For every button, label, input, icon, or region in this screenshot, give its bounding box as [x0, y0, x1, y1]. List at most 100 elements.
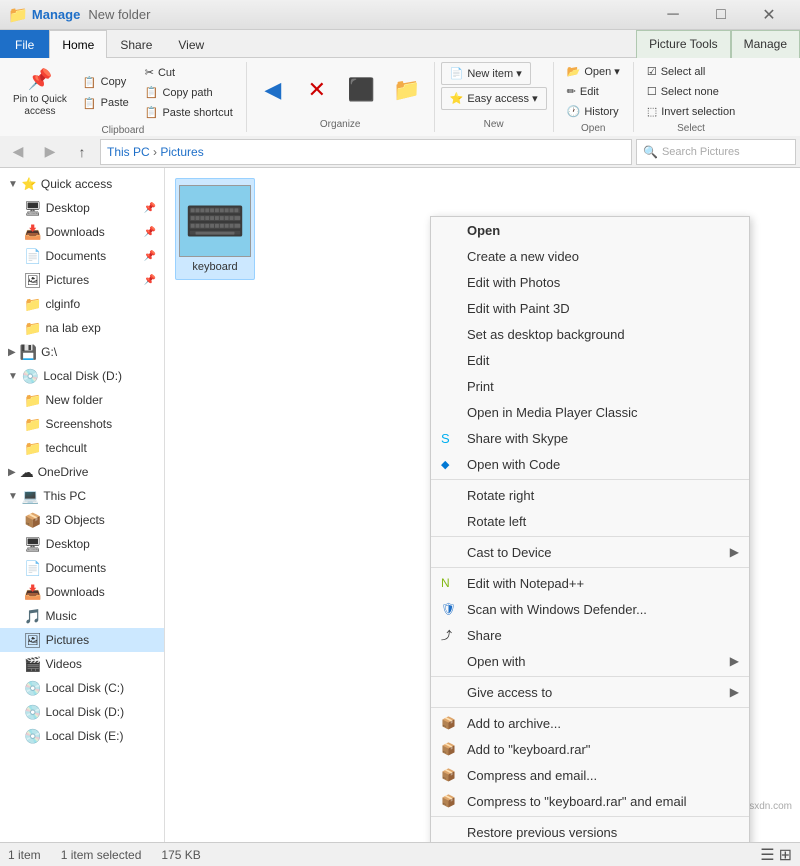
move-button[interactable]: 📁 — [386, 72, 427, 108]
file-item-keyboard[interactable]: keyboard — [175, 178, 255, 280]
rename-btn[interactable]: ⬛ — [341, 72, 382, 108]
delete-button[interactable]: ✕ — [297, 72, 337, 108]
ctx-open-with[interactable]: Open with ▶ — [431, 648, 749, 674]
ctx-cast-device[interactable]: Cast to Device ▶ — [431, 539, 749, 565]
tab-manage[interactable]: Manage — [731, 30, 800, 58]
main-layout: ▼ ⭐ Quick access 🖥 Desktop 📌 📥 Downloads… — [0, 168, 800, 842]
sidebar-item-pictures-pc[interactable]: 🖼 Pictures — [0, 628, 164, 652]
open-button[interactable]: 📂 Open ▾ — [560, 62, 627, 81]
onedrive-icon: ☁ — [20, 464, 34, 481]
tab-file[interactable]: File — [0, 30, 49, 58]
sidebar-item-local-d2[interactable]: 💿 Local Disk (D:) — [0, 700, 164, 724]
sidebar-item-techcult[interactable]: 📁 techcult — [0, 436, 164, 460]
ctx-create-video-label: Create a new video — [467, 249, 579, 264]
ctx-compress-email[interactable]: 📦 Compress and email... — [431, 762, 749, 788]
up-button[interactable]: ↑ — [68, 139, 96, 165]
ctx-compress-rar-email[interactable]: 📦 Compress to "keyboard.rar" and email — [431, 788, 749, 814]
sidebar-section-quick-access[interactable]: ▼ ⭐ Quick access — [0, 172, 164, 196]
minimize-button[interactable]: ─ — [650, 0, 696, 30]
tab-view[interactable]: View — [165, 30, 217, 58]
pin-to-quick-button[interactable]: 📌 Pin to Quickaccess — [6, 62, 74, 123]
back-nav-button[interactable]: ◀ — [253, 72, 293, 108]
ctx-create-video[interactable]: Create a new video — [431, 243, 749, 269]
pictures-link[interactable]: Pictures — [160, 145, 203, 159]
list-view-icon[interactable]: ☰ — [760, 845, 774, 865]
cut-button[interactable]: ✂ Cut — [138, 63, 240, 82]
ctx-share[interactable]: ⤴ Share — [431, 622, 749, 648]
ctx-give-access[interactable]: Give access to ▶ — [431, 679, 749, 705]
ctx-add-rar[interactable]: 📦 Add to "keyboard.rar" — [431, 736, 749, 762]
ctx-restore-versions[interactable]: Restore previous versions — [431, 819, 749, 842]
search-bar[interactable]: 🔍 Search Pictures — [636, 139, 796, 165]
sidebar-item-local-c[interactable]: 💿 Local Disk (C:) — [0, 676, 164, 700]
ctx-share-skype-label: Share with Skype — [467, 431, 568, 446]
ctx-divider-5 — [431, 707, 749, 708]
new-folder-icon: 📁 — [24, 392, 41, 409]
tab-picture-tools[interactable]: Picture Tools — [636, 30, 730, 58]
edit-button[interactable]: ✏ Edit — [560, 82, 606, 101]
tab-home[interactable]: Home — [49, 30, 107, 58]
sidebar-item-this-pc[interactable]: ▼ 💻 This PC — [0, 484, 164, 508]
this-pc-link[interactable]: This PC — [107, 145, 150, 159]
ctx-edit-paint3d[interactable]: Edit with Paint 3D — [431, 295, 749, 321]
pin-icon-downloads: 📌 — [144, 227, 156, 238]
ctx-share-skype[interactable]: S Share with Skype — [431, 425, 749, 451]
sidebar-item-nalab[interactable]: 📁 na lab exp — [0, 316, 164, 340]
ctx-scan-defender[interactable]: 🛡 Scan with Windows Defender... — [431, 596, 749, 622]
documents-pc-icon: 📄 — [24, 560, 41, 577]
ctx-add-archive[interactable]: 📦 Add to archive... — [431, 710, 749, 736]
new-item-button[interactable]: 📄 New item ▾ — [441, 62, 531, 85]
history-button[interactable]: 🕐 History — [560, 102, 626, 121]
easy-access-button[interactable]: ⭐ Easy access ▾ — [441, 87, 547, 110]
select-all-button[interactable]: ☑ Select all — [640, 62, 713, 81]
sidebar-item-onedrive[interactable]: ▶ ☁ OneDrive — [0, 460, 164, 484]
ctx-print[interactable]: Print — [431, 373, 749, 399]
sidebar-item-documents-quick[interactable]: 📄 Documents 📌 — [0, 244, 164, 268]
maximize-button[interactable]: □ — [698, 0, 744, 30]
ctx-rotate-left[interactable]: Rotate left — [431, 508, 749, 534]
paste-shortcut-button[interactable]: 📋 Paste shortcut — [138, 103, 240, 122]
sidebar-item-local-e[interactable]: 💿 Local Disk (E:) — [0, 724, 164, 748]
ctx-set-desktop[interactable]: Set as desktop background — [431, 321, 749, 347]
forward-button[interactable]: ▶ — [36, 139, 64, 165]
ctx-open-media[interactable]: Open in Media Player Classic — [431, 399, 749, 425]
ctx-open-media-label: Open in Media Player Classic — [467, 405, 638, 420]
close-button[interactable]: ✕ — [746, 0, 792, 30]
address-bar[interactable]: This PC › Pictures — [100, 139, 632, 165]
sidebar-item-pictures-quick[interactable]: 🖼 Pictures 📌 — [0, 268, 164, 292]
sidebar-item-downloads-quick[interactable]: 📥 Downloads 📌 — [0, 220, 164, 244]
sidebar-item-g-drive[interactable]: ▶ 💾 G:\ — [0, 340, 164, 364]
invert-selection-button[interactable]: ⬚ Invert selection — [640, 102, 742, 121]
paste-shortcut-icon: 📋 — [145, 106, 159, 119]
title-bar-title: New folder — [88, 7, 150, 22]
sidebar-item-documents-pc[interactable]: 📄 Documents — [0, 556, 164, 580]
ribbon-group-select: ☑ Select all ☐ Select none ⬚ Invert sele… — [634, 62, 748, 132]
paste-button[interactable]: 📋 Paste — [76, 94, 136, 113]
sidebar-item-local-disk-d[interactable]: ▼ 💿 Local Disk (D:) — [0, 364, 164, 388]
ctx-open[interactable]: Open — [431, 217, 749, 243]
select-none-button[interactable]: ☐ Select none — [640, 82, 726, 101]
ctx-open-code[interactable]: ◆ Open with Code — [431, 451, 749, 477]
copy-path-button[interactable]: 📋 Copy path — [138, 83, 240, 102]
sidebar-item-new-folder[interactable]: 📁 New folder — [0, 388, 164, 412]
sidebar-item-desktop-quick[interactable]: 🖥 Desktop 📌 — [0, 196, 164, 220]
sidebar-item-3d-objects[interactable]: 📦 3D Objects — [0, 508, 164, 532]
back-button[interactable]: ◀ — [4, 139, 32, 165]
sidebar-item-clginfo[interactable]: 📁 clginfo — [0, 292, 164, 316]
clginfo-label: clginfo — [45, 297, 156, 311]
sidebar-item-videos[interactable]: 🎬 Videos — [0, 652, 164, 676]
sidebar-item-downloads-pc[interactable]: 📥 Downloads — [0, 580, 164, 604]
edit-icon: ✏ — [567, 85, 576, 98]
ctx-rotate-right[interactable]: Rotate right — [431, 482, 749, 508]
ctx-notepad-plus[interactable]: N Edit with Notepad++ — [431, 570, 749, 596]
sidebar-item-desktop-pc[interactable]: 🖥 Desktop — [0, 532, 164, 556]
copy-button[interactable]: 📋 Copy — [76, 73, 136, 92]
ctx-edit-photos[interactable]: Edit with Photos — [431, 269, 749, 295]
sidebar-item-screenshots[interactable]: 📁 Screenshots — [0, 412, 164, 436]
techcult-icon: 📁 — [24, 440, 41, 457]
ctx-compress-label: Compress and email... — [467, 768, 597, 783]
ctx-edit[interactable]: Edit — [431, 347, 749, 373]
tab-share[interactable]: Share — [107, 30, 165, 58]
sidebar-item-music[interactable]: 🎵 Music — [0, 604, 164, 628]
grid-view-icon[interactable]: ⊞ — [779, 845, 792, 865]
